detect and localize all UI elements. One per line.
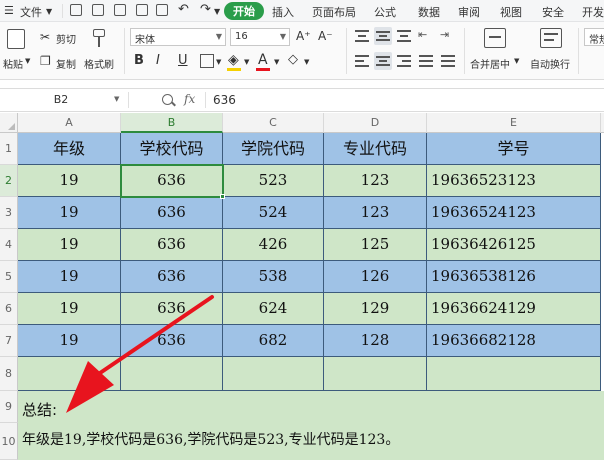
formula-input[interactable]: 636 bbox=[213, 93, 236, 107]
clear-icon[interactable]: ◇ bbox=[288, 52, 298, 67]
decrease-font-icon[interactable]: A⁻ bbox=[318, 29, 333, 43]
divider bbox=[578, 28, 579, 74]
chevron-down-icon: ▼ bbox=[215, 32, 222, 41]
wrap-text-button[interactable]: 自动换行 bbox=[530, 56, 570, 71]
align-middle-icon[interactable] bbox=[374, 27, 392, 45]
copy-icon[interactable]: ❐ bbox=[40, 54, 51, 68]
merge-center-button[interactable]: 合并居中 bbox=[470, 56, 510, 71]
spreadsheet-grid: A B C D E 1 2 3 4 5 6 7 8 9 10 年级 学校代码 学… bbox=[0, 113, 604, 460]
chevron-down-icon[interactable]: ▼ bbox=[304, 58, 309, 66]
align-top-icon[interactable] bbox=[354, 28, 370, 44]
ribbon-toolbar: 粘贴 ▼ ✂ 剪切 ❐ 复制 格式刷 宋体 ▼ 16 ▼ A⁺ A⁻ B I U… bbox=[0, 22, 604, 80]
paste-icon[interactable] bbox=[7, 29, 25, 49]
scissors-icon[interactable]: ✂ bbox=[40, 30, 50, 44]
format-painter-icon[interactable] bbox=[90, 29, 106, 49]
font-size-value: 16 bbox=[235, 31, 248, 42]
number-format-value: 常规 bbox=[589, 35, 604, 46]
tab-review[interactable]: 审阅 bbox=[458, 4, 480, 20]
arrow-shaft bbox=[98, 295, 214, 375]
divider bbox=[124, 28, 125, 74]
paste-chevron-icon[interactable]: ▼ bbox=[25, 57, 30, 65]
fx-icon[interactable]: fx bbox=[184, 92, 195, 106]
increase-font-icon[interactable]: A⁺ bbox=[296, 29, 311, 43]
font-color-swatch bbox=[256, 68, 270, 71]
font-name-value: 宋体 bbox=[135, 35, 155, 46]
wrap-text-icon[interactable] bbox=[540, 28, 562, 48]
name-box-chevron-icon[interactable]: ▼ bbox=[114, 95, 119, 103]
align-center-icon[interactable] bbox=[374, 52, 392, 70]
bold-button[interactable]: B bbox=[134, 53, 144, 68]
copy-button[interactable]: 复制 bbox=[56, 56, 76, 71]
align-bottom-icon[interactable] bbox=[396, 28, 412, 44]
cut-button[interactable]: 剪切 bbox=[56, 31, 76, 46]
tab-page-layout[interactable]: 页面布局 bbox=[312, 4, 356, 20]
align-left-icon[interactable] bbox=[354, 53, 370, 69]
paste-button[interactable]: 粘贴 bbox=[3, 56, 23, 71]
chevron-down-icon[interactable]: ▼ bbox=[216, 58, 221, 66]
number-format-select[interactable]: 常规 bbox=[584, 28, 604, 46]
divider bbox=[62, 4, 63, 18]
menu-icon[interactable]: ☰ bbox=[4, 4, 14, 17]
redo-icon[interactable]: ↷ bbox=[200, 2, 211, 17]
tab-home[interactable]: 开始 bbox=[224, 2, 264, 20]
redo-chevron-icon[interactable]: ▼ bbox=[214, 7, 220, 16]
chevron-down-icon: ▼ bbox=[279, 32, 286, 41]
divider bbox=[128, 92, 129, 108]
underline-button[interactable]: U bbox=[178, 53, 188, 68]
tab-data[interactable]: 数据 bbox=[418, 4, 440, 20]
divider bbox=[346, 28, 347, 74]
tab-security[interactable]: 安全 bbox=[542, 4, 564, 20]
file-menu-chevron-icon[interactable]: ▼ bbox=[46, 7, 52, 16]
tab-developer[interactable]: 开发 bbox=[582, 4, 604, 20]
divider bbox=[464, 28, 465, 74]
indent-decrease-icon[interactable]: ⇤ bbox=[418, 28, 434, 44]
tab-insert[interactable]: 插入 bbox=[272, 4, 294, 20]
chevron-down-icon[interactable]: ▼ bbox=[244, 58, 249, 66]
italic-button[interactable]: I bbox=[156, 53, 160, 68]
tab-view[interactable]: 视图 bbox=[500, 4, 522, 20]
zoom-icon-handle bbox=[171, 101, 176, 107]
font-name-select[interactable]: 宋体 ▼ bbox=[130, 28, 226, 46]
print-icon[interactable] bbox=[114, 4, 126, 16]
export-icon[interactable] bbox=[156, 4, 168, 16]
fill-color-icon[interactable]: ◈ bbox=[228, 52, 239, 68]
indent-increase-icon[interactable]: ⇥ bbox=[440, 28, 456, 44]
formula-bar: B2 ▼ fx 636 bbox=[0, 88, 604, 112]
menu-bar: ☰ 文件 ▼ ↶ ↷ ▼ 开始 插入 页面布局 公式 数据 审阅 视图 安全 开… bbox=[0, 0, 604, 22]
print-preview-icon[interactable] bbox=[136, 4, 148, 16]
distributed-align-icon[interactable] bbox=[440, 53, 456, 69]
justify-icon[interactable] bbox=[418, 53, 434, 69]
format-painter-button[interactable]: 格式刷 bbox=[84, 56, 114, 71]
new-file-icon[interactable] bbox=[70, 4, 82, 16]
chevron-down-icon[interactable]: ▼ bbox=[274, 58, 279, 66]
chevron-down-icon[interactable]: ▼ bbox=[514, 57, 519, 65]
file-menu[interactable]: 文件 bbox=[20, 4, 42, 20]
divider bbox=[205, 92, 206, 108]
save-icon[interactable] bbox=[92, 4, 104, 16]
font-size-select[interactable]: 16 ▼ bbox=[230, 28, 290, 46]
fill-color-swatch bbox=[227, 68, 241, 71]
merge-cells-icon[interactable] bbox=[484, 28, 506, 48]
red-arrow-annotation bbox=[66, 295, 214, 413]
align-right-icon[interactable] bbox=[396, 53, 412, 69]
font-color-icon[interactable]: A bbox=[258, 52, 268, 68]
border-icon[interactable] bbox=[200, 54, 214, 68]
tab-formulas[interactable]: 公式 bbox=[374, 4, 396, 20]
name-box[interactable]: B2 bbox=[0, 91, 122, 109]
undo-icon[interactable]: ↶ bbox=[178, 2, 189, 17]
